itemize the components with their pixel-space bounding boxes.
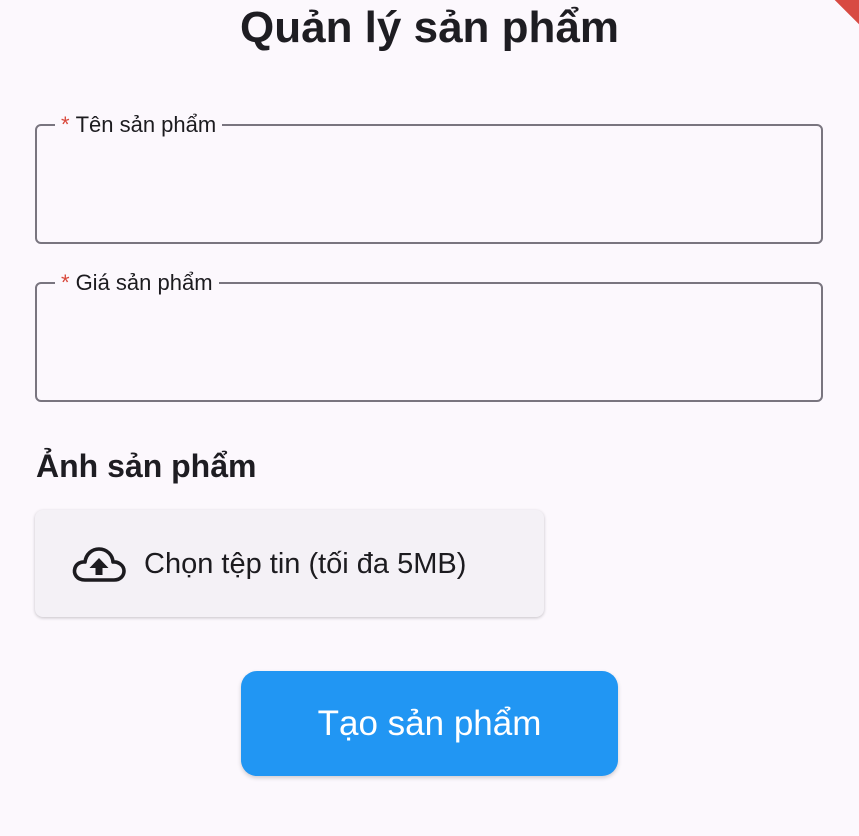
image-section-heading: Ảnh sản phẩm [36, 448, 257, 484]
cloud-upload-icon [71, 544, 127, 584]
required-mark: * [61, 112, 70, 137]
create-product-button[interactable]: Tạo sản phẩm [241, 671, 618, 776]
product-name-label: * Tên sản phẩm [55, 112, 223, 138]
choose-file-button[interactable]: Chọn tệp tin (tối đa 5MB) [35, 510, 544, 617]
product-name-field[interactable]: * Tên sản phẩm [35, 112, 823, 244]
required-mark: * [61, 270, 70, 295]
choose-file-label: Chọn tệp tin (tối đa 5MB) [144, 547, 467, 580]
product-price-field[interactable]: * Giá sản phẩm [35, 270, 823, 402]
product-price-label: * Giá sản phẩm [55, 270, 219, 296]
product-price-label-text: Giá sản phẩm [75, 270, 213, 295]
product-name-input[interactable] [55, 156, 803, 222]
product-price-input[interactable] [55, 314, 803, 380]
product-name-label-text: Tên sản phẩm [75, 112, 217, 137]
page-title: Quản lý sản phẩm [240, 3, 619, 52]
